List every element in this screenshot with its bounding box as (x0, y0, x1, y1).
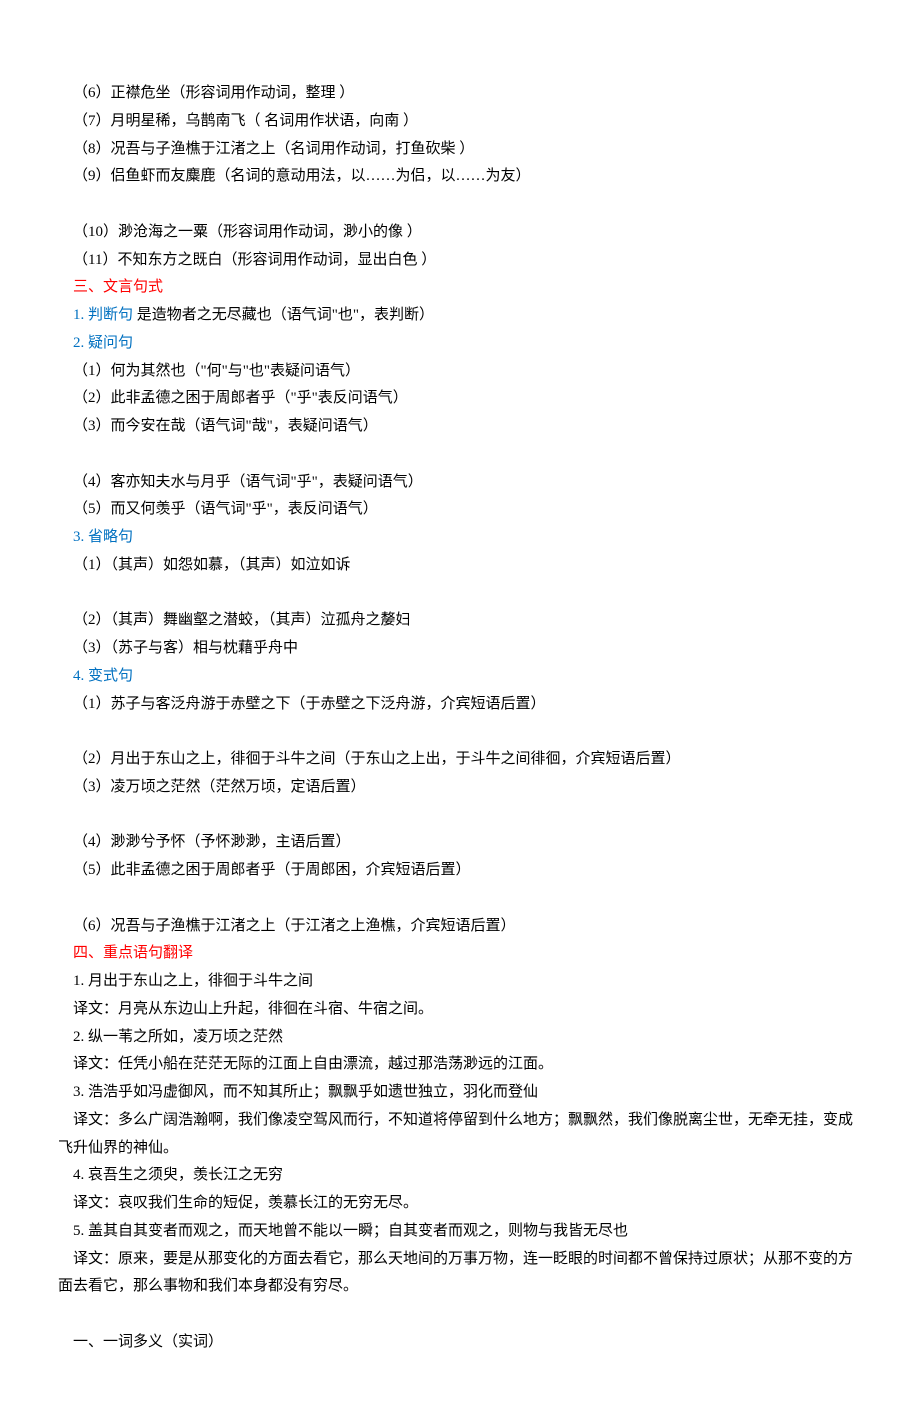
text-line: （2）此非孟德之困于周郎者乎（"乎"表反问语气） (58, 385, 862, 413)
text-line: 5. 盖其自其变者而观之，而天地曾不能以一瞬；自其变者而观之，则物与我皆无尽也 (58, 1218, 862, 1246)
text-line: 三、文言句式 (58, 274, 862, 302)
text-line: 译文：月亮从东边山上升起，徘徊在斗宿、牛宿之间。 (58, 996, 862, 1024)
text-line (58, 718, 862, 746)
text-line: （6）正襟危坐（形容词用作动词，整理 ） (58, 80, 862, 108)
text-line (58, 580, 862, 608)
text-line: 1. 月出于东山之上，徘徊于斗牛之间 (58, 968, 862, 996)
text-line: （11）不知东方之既白（形容词用作动词，显出白色 ） (58, 247, 862, 275)
document-body: （6）正襟危坐（形容词用作动词，整理 ）（7）月明星稀，乌鹊南飞（ 名词用作状语… (58, 80, 862, 1357)
text-span: 1. 判断句 (73, 307, 133, 323)
text-line: 译文：哀叹我们生命的短促，羡慕长江的无穷无尽。 (58, 1190, 862, 1218)
text-line: （1）苏子与客泛舟游于赤壁之下（于赤壁之下泛舟游，介宾短语后置） (58, 691, 862, 719)
text-line: （3）凌万顷之茫然（茫然万顷，定语后置） (58, 774, 862, 802)
text-line (58, 1301, 862, 1329)
text-line (58, 441, 862, 469)
text-line (58, 802, 862, 830)
text-line: （2）（其声）舞幽壑之潜蛟，（其声）泣孤舟之嫠妇 (58, 607, 862, 635)
text-line: （5）而又何羡乎（语气词"乎"，表反问语气） (58, 496, 862, 524)
text-line (58, 191, 862, 219)
text-line: （9）侣鱼虾而友麋鹿（名词的意动用法，以……为侣，以……为友） (58, 163, 862, 191)
text-line: 四、重点语句翻译 (58, 940, 862, 968)
text-line: 译文：原来，要是从那变化的方面去看它，那么天地间的万事万物，连一眨眼的时间都不曾… (58, 1246, 862, 1302)
text-line: （3）（苏子与客）相与枕藉乎舟中 (58, 635, 862, 663)
text-line: （7）月明星稀，乌鹊南飞（ 名词用作状语，向南 ） (58, 108, 862, 136)
text-line: 2. 疑问句 (58, 330, 862, 358)
text-line: （1）何为其然也（"何"与"也"表疑问语气） (58, 358, 862, 386)
text-line: （1）（其声）如怨如慕，（其声）如泣如诉 (58, 552, 862, 580)
text-line: 4. 变式句 (58, 663, 862, 691)
text-line: 1. 判断句 是造物者之无尽藏也（语气词"也"，表判断） (58, 302, 862, 330)
text-line: （2）月出于东山之上，徘徊于斗牛之间（于东山之上出，于斗牛之间徘徊，介宾短语后置… (58, 746, 862, 774)
text-line: （10）渺沧海之一粟（形容词用作动词，渺小的像 ） (58, 219, 862, 247)
text-line: 3. 浩浩乎如冯虚御风，而不知其所止；飘飘乎如遗世独立，羽化而登仙 (58, 1079, 862, 1107)
text-line: （5）此非孟德之困于周郎者乎（于周郎困，介宾短语后置） (58, 857, 862, 885)
text-line: 译文：多么广阔浩瀚啊，我们像凌空驾风而行，不知道将停留到什么地方；飘飘然，我们像… (58, 1107, 862, 1163)
text-line: 2. 纵一苇之所如，凌万顷之茫然 (58, 1024, 862, 1052)
text-line: 译文：任凭小船在茫茫无际的江面上自由漂流，越过那浩荡渺远的江面。 (58, 1051, 862, 1079)
text-line: （4）渺渺兮予怀（予怀渺渺，主语后置） (58, 829, 862, 857)
text-span: 是造物者之无尽藏也（语气词"也"，表判断） (133, 307, 434, 323)
text-line (58, 885, 862, 913)
text-line: （8）况吾与子渔樵于江渚之上（名词用作动词，打鱼砍柴 ） (58, 136, 862, 164)
text-line: （3）而今安在哉（语气词"哉"，表疑问语气） (58, 413, 862, 441)
text-line: （6）况吾与子渔樵于江渚之上（于江渚之上渔樵，介宾短语后置） (58, 913, 862, 941)
text-line: 4. 哀吾生之须臾，羡长江之无穷 (58, 1162, 862, 1190)
text-line: 3. 省略句 (58, 524, 862, 552)
text-line: （4）客亦知夫水与月乎（语气词"乎"，表疑问语气） (58, 469, 862, 497)
text-line: 一、一词多义（实词） (58, 1329, 862, 1357)
